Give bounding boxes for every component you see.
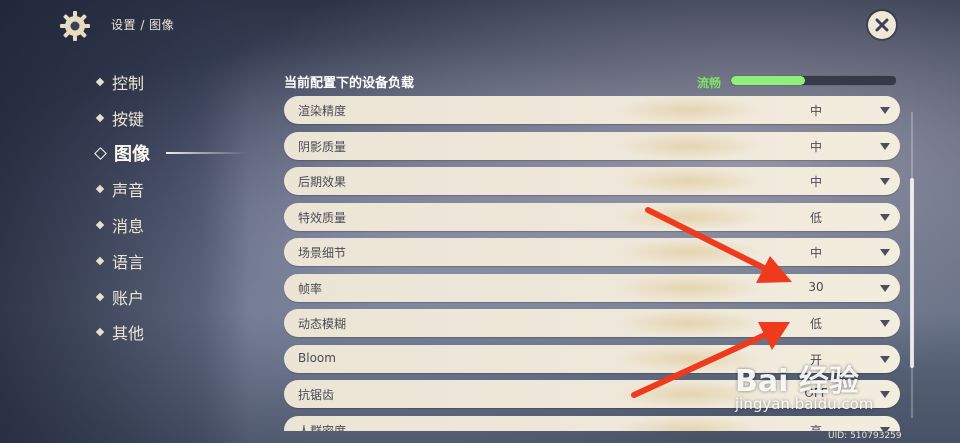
diamond-icon [95, 77, 105, 87]
diamond-icon [95, 185, 105, 194]
nav-item[interactable]: 语言 [95, 243, 246, 279]
setting-row[interactable]: 特效质量 低 [284, 202, 900, 231]
setting-row[interactable]: 帧率 30 [284, 273, 900, 302]
row-ornament [614, 131, 764, 160]
nav-item[interactable]: 控制 [95, 64, 246, 100]
setting-label: 后期效果 [298, 175, 347, 189]
device-load-status: 流畅 [697, 76, 722, 90]
active-diamond-icon [94, 147, 107, 160]
nav-item[interactable]: 其他 [95, 315, 246, 351]
breadcrumb: 设置 / 图像 [111, 18, 175, 32]
nav-item-label: 声音 [112, 181, 145, 201]
setting-value[interactable]: 30 [794, 280, 838, 294]
scrollbar-thumb[interactable] [910, 178, 914, 368]
chevron-down-icon[interactable] [880, 213, 890, 221]
nav-item-label: 按键 [112, 109, 145, 129]
setting-row[interactable]: 人群密度 高 [284, 415, 900, 432]
diamond-icon [95, 113, 105, 122]
chevron-down-icon[interactable] [880, 107, 890, 114]
close-icon [875, 18, 889, 32]
diamond-icon [95, 220, 105, 230]
settings-nav: 控制按键图像声音消息语言账户其他 [94, 64, 246, 351]
setting-label: 渲染精度 [298, 104, 347, 118]
nav-item-label: 语言 [112, 252, 145, 272]
row-ornament [614, 202, 764, 231]
chevron-down-icon[interactable] [880, 249, 890, 256]
setting-label: 阴影质量 [298, 139, 347, 154]
setting-label: 场景细节 [298, 246, 347, 260]
setting-value[interactable]: 中 [794, 244, 838, 261]
chevron-down-icon[interactable] [880, 355, 890, 363]
close-button[interactable] [868, 11, 896, 39]
row-ornament [614, 238, 764, 266]
diamond-icon [95, 328, 105, 337]
setting-value[interactable]: 高 [794, 422, 838, 432]
chevron-down-icon[interactable] [880, 178, 890, 185]
gear-icon [60, 11, 90, 41]
nav-item[interactable]: 图像 [94, 136, 246, 172]
uid-label: UID: 510793259 [828, 431, 902, 441]
diamond-icon [95, 292, 105, 301]
diamond-icon [95, 256, 105, 266]
device-load-bar [730, 75, 897, 86]
setting-row[interactable]: 阴影质量 中 [284, 131, 900, 160]
nav-item[interactable]: 消息 [95, 207, 246, 243]
setting-value[interactable]: 低 [794, 209, 838, 226]
nav-item[interactable]: 账户 [95, 279, 246, 315]
watermark-url: jingyan.baidu.com [735, 395, 874, 413]
chevron-down-icon[interactable] [880, 284, 890, 292]
device-load-fill [731, 76, 806, 85]
nav-item-label: 其他 [112, 324, 145, 344]
setting-row[interactable]: 后期效果 中 [284, 167, 900, 195]
setting-value[interactable]: 中 [794, 173, 838, 190]
setting-label: 抗锯齿 [298, 388, 335, 402]
nav-item-label: 账户 [112, 288, 145, 308]
nav-item-label: 控制 [112, 73, 145, 93]
row-ornament [614, 415, 764, 431]
device-load-title: 当前配置下的设备负载 [284, 76, 415, 91]
row-ornament [614, 167, 764, 195]
row-ornament [614, 273, 764, 302]
setting-value[interactable]: 低 [794, 315, 838, 332]
setting-row[interactable]: 场景细节 中 [284, 238, 900, 266]
setting-label: 帧率 [298, 281, 323, 296]
nav-item-label: 图像 [114, 144, 150, 166]
chevron-down-icon[interactable] [880, 320, 890, 327]
chevron-down-icon[interactable] [880, 142, 890, 150]
nav-item[interactable]: 声音 [95, 171, 246, 207]
row-ornament [614, 309, 764, 337]
setting-row[interactable]: 动态模糊 低 [284, 309, 900, 337]
setting-value[interactable]: 中 [794, 102, 838, 119]
setting-label: Bloom [298, 350, 336, 365]
setting-value[interactable]: 中 [794, 138, 838, 155]
watermark-logo: Bai 经验 [735, 364, 859, 399]
nav-item[interactable]: 按键 [95, 100, 246, 136]
top-bar: 设置 / 图像 [0, 0, 960, 50]
setting-row[interactable]: 渲染精度 中 [284, 96, 900, 124]
nav-item-label: 消息 [112, 217, 145, 237]
setting-label: 特效质量 [298, 210, 347, 225]
setting-label: 动态模糊 [298, 317, 347, 331]
setting-label: 人群密度 [298, 423, 347, 432]
chevron-down-icon[interactable] [880, 391, 890, 398]
row-ornament [614, 96, 764, 124]
